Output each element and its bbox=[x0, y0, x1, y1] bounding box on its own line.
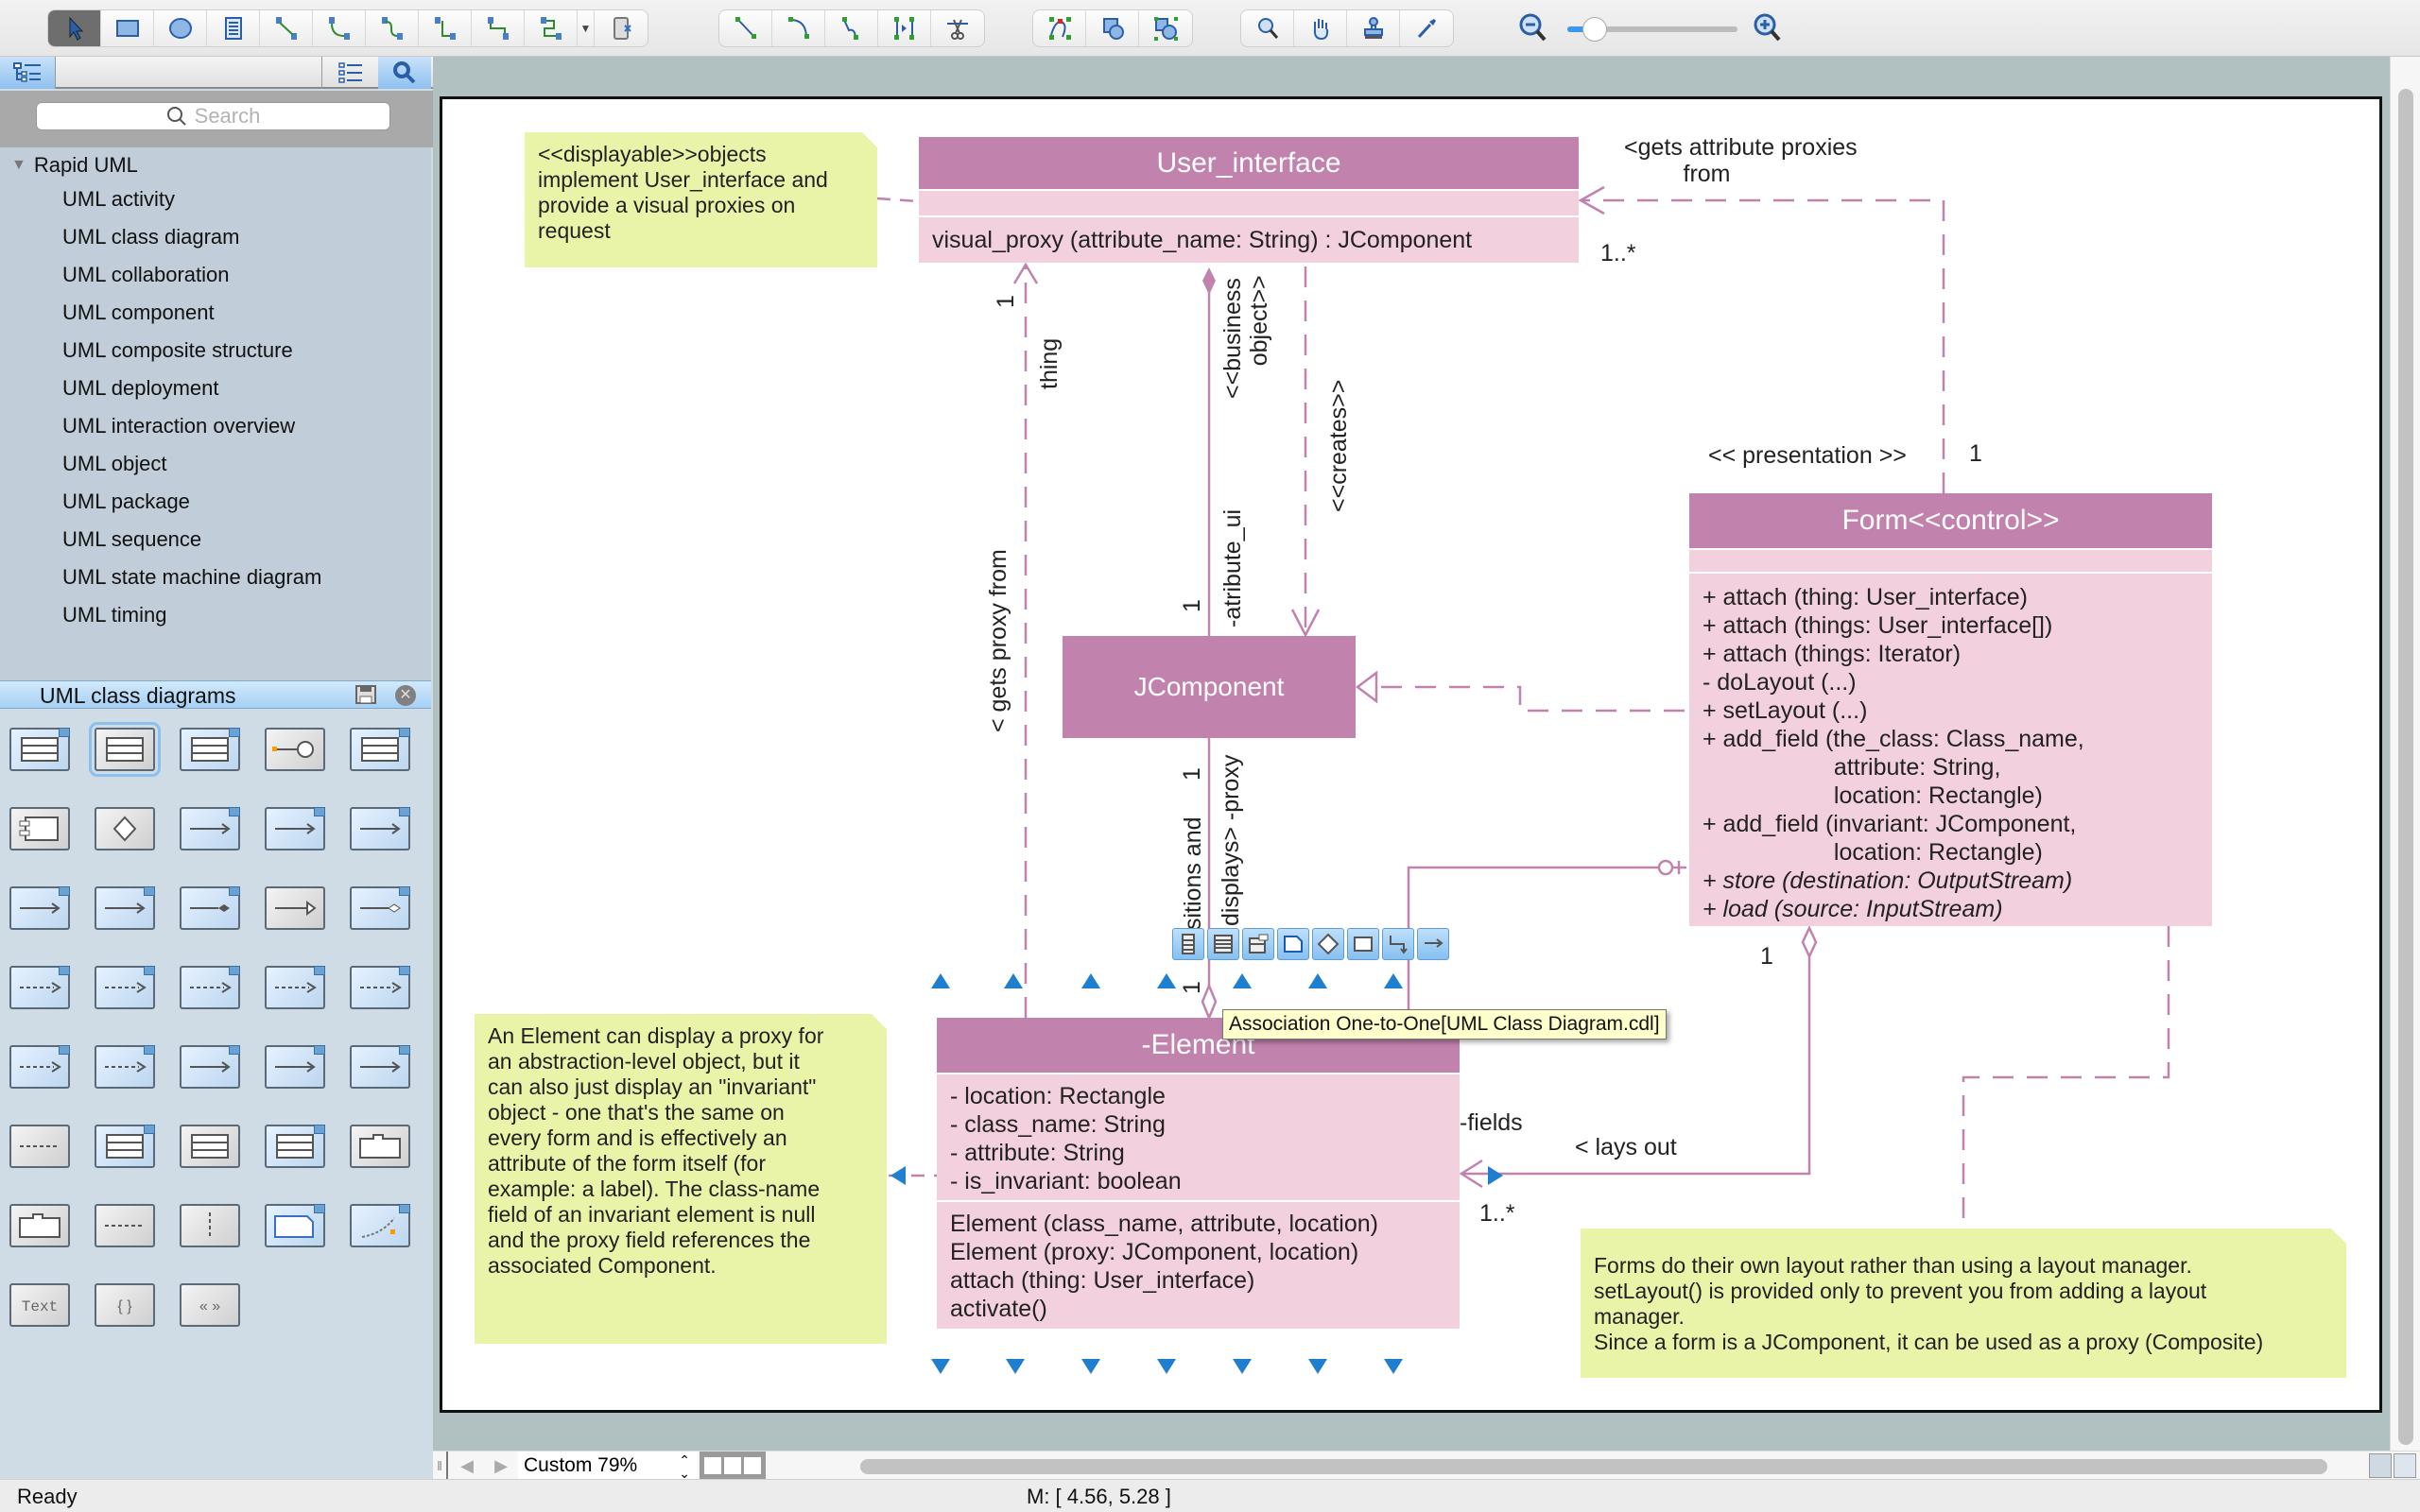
label-gets-attribute-proxies: <gets attribute proxies from bbox=[1624, 134, 1858, 187]
class-member: attribute: String, bbox=[1703, 754, 2001, 781]
class-member: - location: Rectangle bbox=[950, 1083, 1166, 1109]
split-handle[interactable]: ‖ bbox=[433, 1452, 448, 1480]
quick-add-orthogonal-dependency-button[interactable] bbox=[1382, 928, 1414, 960]
class-jcomponent[interactable]: JComponent bbox=[1063, 636, 1356, 738]
class-sections-icon bbox=[1214, 935, 1233, 954]
page-view-buttons[interactable] bbox=[700, 1452, 766, 1480]
class-attributes bbox=[1689, 550, 2212, 572]
label-thing: thing bbox=[1036, 337, 1063, 389]
class-member: location: Rectangle) bbox=[1703, 839, 2043, 866]
class-member: Element (class_name, attribute, location… bbox=[950, 1211, 1378, 1237]
fit-page-button[interactable] bbox=[2369, 1453, 2392, 1478]
quick-add-object-button[interactable] bbox=[1347, 928, 1379, 960]
class-member: attach (thing: User_interface) bbox=[950, 1267, 1255, 1294]
class-member: + add_field (the_class: Class_name, bbox=[1703, 726, 2084, 752]
quick-add-dependency-button[interactable] bbox=[1417, 928, 1449, 960]
stepper-arrows-icon: ⌃ ⌄ bbox=[679, 1452, 690, 1481]
zoom-select[interactable]: Custom 79% ⌃ ⌄ bbox=[518, 1452, 698, 1480]
quick-add-template-button[interactable] bbox=[1242, 928, 1274, 960]
circle-plus-icon bbox=[1657, 859, 1674, 876]
multiplicity-label: 1 bbox=[1760, 943, 1773, 970]
page-navigation-bar: ‖ ◀ ▶ Custom 79% ⌃ ⌄ bbox=[433, 1451, 2420, 1480]
label-business-object: <<business object>> bbox=[1219, 275, 1272, 399]
dependency-arrow-icon bbox=[1425, 938, 1443, 948]
quick-add-class-button[interactable] bbox=[1172, 928, 1204, 960]
previous-page-button[interactable]: ◀ bbox=[450, 1452, 484, 1480]
class-member: - attribute: String bbox=[950, 1140, 1125, 1166]
multiplicity-label: 1 bbox=[1969, 440, 1982, 467]
class-member: + setLayout (...) bbox=[1703, 697, 1868, 724]
quick-shape-toolbar bbox=[1172, 928, 1449, 960]
label-gets-proxy-from: < gets proxy from bbox=[985, 549, 1011, 732]
class-member: + load (source: InputStream) bbox=[1703, 896, 2003, 922]
class-member: + attach (things: Iterator) bbox=[1703, 641, 1962, 667]
class-header: Form<<control>> bbox=[1689, 493, 2212, 548]
class-member: - doLayout (...) bbox=[1703, 669, 1857, 696]
next-page-button[interactable]: ▶ bbox=[484, 1452, 518, 1480]
uml-diagram: <<displayable>>objects implement User_in… bbox=[0, 0, 2420, 1512]
multiplicity-label: 1..* bbox=[1479, 1200, 1515, 1227]
multiplicity-label: 1 bbox=[1179, 981, 1205, 994]
diamond-icon bbox=[1317, 933, 1340, 955]
status-bar: Ready M: [ 4.56, 5.28 ] bbox=[0, 1479, 2420, 1512]
note-displayable[interactable]: <<displayable>>objects implement User_in… bbox=[525, 132, 877, 267]
filled-diamond-icon bbox=[1202, 267, 1216, 295]
class-operations: Element (class_name, attribute, location… bbox=[937, 1202, 1460, 1329]
class-member: - class_name: String bbox=[950, 1111, 1166, 1138]
quick-add-note-button[interactable] bbox=[1277, 928, 1309, 960]
class-member: + add_field (invariant: JComponent, bbox=[1703, 811, 2077, 837]
note-forms-layout[interactable]: Forms do their own layout rather than us… bbox=[1581, 1228, 2346, 1378]
multiplicity-label: 1 bbox=[1179, 767, 1205, 781]
class-member: activate() bbox=[950, 1296, 1047, 1322]
multiplicity-label: 1 bbox=[993, 295, 1019, 308]
class-member: + attach (things: User_interface[]) bbox=[1703, 612, 2053, 639]
class-shape-icon bbox=[1182, 934, 1195, 954]
arrow-left-icon: ◀ bbox=[460, 1456, 474, 1475]
label-presentation: << presentation >> bbox=[1708, 442, 1907, 469]
multiplicity-label: 1 bbox=[1179, 599, 1205, 612]
class-member: Element (proxy: JComponent, location) bbox=[950, 1239, 1359, 1265]
label-atribute-ui: -atribute_ui bbox=[1219, 508, 1246, 627]
class-attributes bbox=[919, 191, 1579, 215]
class-attributes: - location: Rectangle - class_name: Strin… bbox=[937, 1074, 1460, 1200]
label-lays-out: < lays out bbox=[1575, 1134, 1677, 1160]
realization-form-jcomponent bbox=[1359, 685, 1685, 713]
class-member: location: Rectangle) bbox=[1703, 782, 2043, 809]
template-class-icon bbox=[1249, 934, 1269, 954]
class-operations: + attach (thing: User_interface) + attach… bbox=[1689, 574, 2212, 926]
tooltip: Association One-to-One[UML Class Diagram… bbox=[1222, 1009, 1667, 1040]
quick-add-diamond-button[interactable] bbox=[1312, 928, 1344, 960]
status-text: Ready bbox=[17, 1485, 78, 1508]
class-member: - is_invariant: boolean bbox=[950, 1168, 1182, 1194]
note-anchor-displayable bbox=[876, 197, 920, 203]
class-header: User_interface bbox=[919, 137, 1579, 189]
note-anchor-forms bbox=[1962, 926, 2170, 1228]
horizontal-scrollbar[interactable] bbox=[860, 1459, 2327, 1474]
label-fields: -fields bbox=[1460, 1109, 1523, 1136]
arrow-right-icon: ▶ bbox=[494, 1456, 508, 1475]
object-box-icon bbox=[1354, 936, 1373, 952]
zoom-select-value: Custom 79% bbox=[524, 1454, 638, 1476]
mouse-position-readout: M: [ 4.56, 5.28 ] bbox=[1027, 1485, 1171, 1508]
multiplicity-label: 1..* bbox=[1600, 240, 1636, 266]
hollow-diamond-icon bbox=[1801, 925, 1818, 959]
class-member: + store (destination: OutputStream) bbox=[1703, 868, 2073, 894]
orthogonal-dependency-icon bbox=[1390, 936, 1408, 954]
note-element[interactable]: An Element can display a proxy for an ab… bbox=[475, 1014, 887, 1344]
class-operations: visual_proxy (attribute_name: String) : … bbox=[919, 217, 1579, 263]
class-member: + attach (thing: User_interface) bbox=[1703, 584, 2028, 610]
label-positions-and: sitions and bbox=[1180, 816, 1206, 930]
hollow-triangle-icon bbox=[1355, 670, 1378, 704]
actual-size-button[interactable] bbox=[2394, 1453, 2416, 1478]
label-creates: <<creates>> bbox=[1325, 379, 1352, 512]
label-displays-proxy: displays> -proxy bbox=[1218, 754, 1244, 926]
note-icon bbox=[1284, 936, 1303, 953]
quick-add-class-sections-button[interactable] bbox=[1207, 928, 1239, 960]
